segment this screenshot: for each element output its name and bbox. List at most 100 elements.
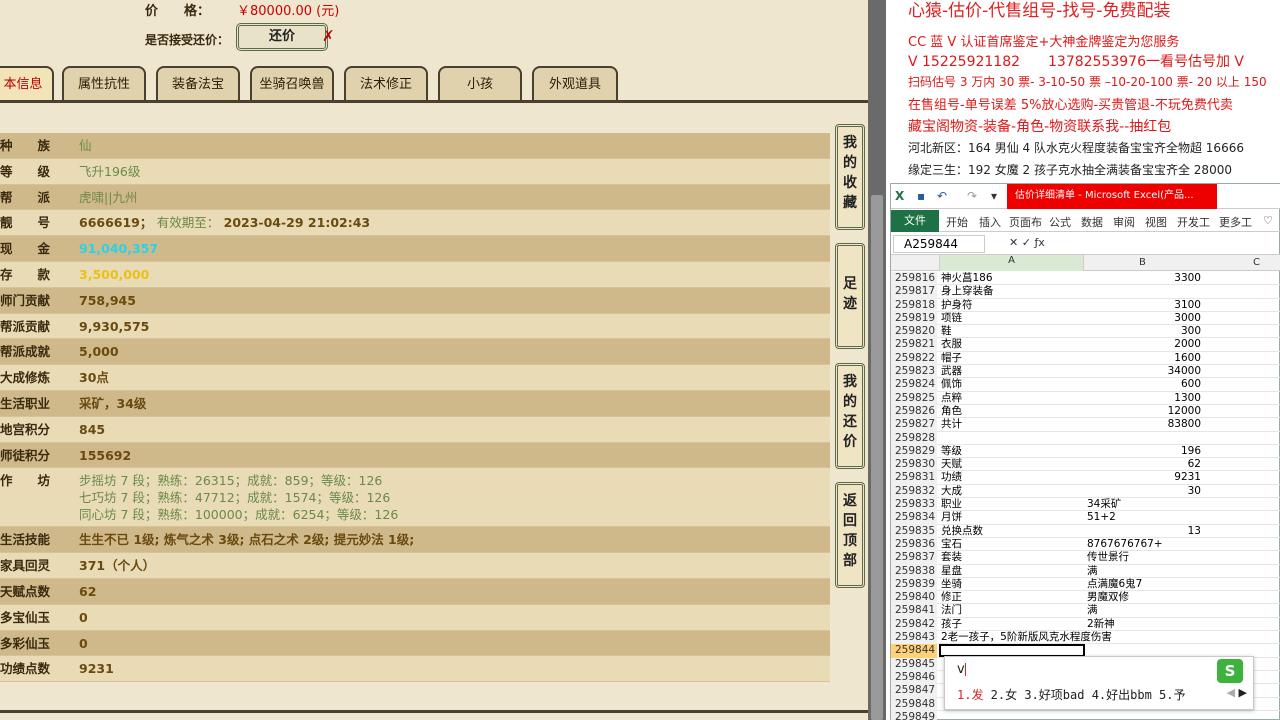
sheet-row[interactable]: 259825 点粹 1300 xyxy=(891,391,1280,405)
sheet-row[interactable]: 259816 神火菖186 3300 xyxy=(891,272,1280,286)
cell-b[interactable]: 男魔双修 xyxy=(1087,591,1129,604)
cell-a[interactable]: 兑换点数 xyxy=(941,525,983,538)
row-number[interactable]: 259836 xyxy=(891,537,937,552)
cell-b[interactable]: 1300 xyxy=(1087,392,1201,405)
sheet-row[interactable]: 259818 护身符 3100 xyxy=(891,298,1280,312)
cell-b[interactable]: 600 xyxy=(1087,378,1201,391)
quick-access-dropdown-icon[interactable]: ▾ xyxy=(991,189,997,203)
cell-a[interactable]: 身上穿装备 xyxy=(941,285,994,298)
tab-children[interactable]: 小孩 xyxy=(438,66,522,102)
sheet-row[interactable]: 259832 大成 30 xyxy=(891,484,1280,499)
cell-b[interactable]: 3000 xyxy=(1087,312,1201,325)
cell-a[interactable]: 2老一孩子，5阶新版风克水程度伤害 xyxy=(941,631,1112,644)
row-number[interactable]: 259848 xyxy=(891,697,937,711)
row-number[interactable]: 259828 xyxy=(891,431,937,445)
ime-next-icon[interactable]: ▶ xyxy=(1239,686,1247,699)
ribbon-tab-file[interactable]: 文件 xyxy=(891,210,939,232)
cell-a[interactable]: 佩饰 xyxy=(941,378,962,391)
row-number[interactable]: 259833 xyxy=(891,498,937,512)
spreadsheet-grid[interactable]: 259816 神火菖186 3300 259817 身上穿装备 259818 护身符 3100… xyxy=(891,272,1280,720)
row-number[interactable]: 259840 xyxy=(891,591,937,605)
cell-b[interactable]: 2新神 xyxy=(1087,618,1115,631)
ime-candidates[interactable]: 1.发 2.女 3.好项bad 4.好出bbm 5.予 xyxy=(957,686,1186,703)
tab-attributes[interactable]: 属性抗性 xyxy=(62,66,146,102)
cell-a[interactable]: 套装 xyxy=(941,551,962,564)
cell-b[interactable]: 83800 xyxy=(1087,418,1201,431)
page-scrollbar[interactable] xyxy=(868,0,886,720)
row-number[interactable]: 259826 xyxy=(891,404,937,419)
sheet-row[interactable]: 259823 武器 34000 xyxy=(891,365,1280,379)
row-number[interactable]: 259835 xyxy=(891,524,937,538)
row-number[interactable]: 259820 xyxy=(891,325,937,339)
row-number[interactable]: 259817 xyxy=(891,285,937,299)
sheet-row[interactable]: 259841 法门 满 xyxy=(891,604,1280,618)
cell-a[interactable]: 孩子 xyxy=(941,618,962,631)
my-bargains-button[interactable]: 我的还价 xyxy=(835,363,865,469)
cell-b[interactable]: 3100 xyxy=(1087,299,1201,312)
ribbon-tab-home[interactable]: 开始 xyxy=(946,214,968,230)
tab-equipment[interactable]: 装备法宝 xyxy=(156,66,240,102)
row-number[interactable]: 259844 xyxy=(891,644,937,658)
row-number[interactable]: 259825 xyxy=(891,391,937,405)
sheet-row[interactable]: 259838 星盘 满 xyxy=(891,564,1280,578)
sheet-row[interactable]: 259849 xyxy=(891,710,1280,720)
row-number[interactable]: 259831 xyxy=(891,471,937,485)
cell-a[interactable]: 天赋 xyxy=(941,458,962,471)
cell-a[interactable]: 职业 xyxy=(941,498,962,511)
sheet-row[interactable]: 259822 帽子 1600 xyxy=(891,351,1280,366)
sheet-row[interactable]: 259819 项链 3000 xyxy=(891,311,1280,326)
ribbon-tab-more-tools[interactable]: 更多工 xyxy=(1219,214,1252,230)
sheet-row[interactable]: 259837 套装 传世景行 xyxy=(891,551,1280,565)
cell-b[interactable]: 满 xyxy=(1087,565,1098,578)
back-to-top-button[interactable]: 返回顶部 xyxy=(835,482,865,588)
cell-a[interactable]: 修正 xyxy=(941,591,962,604)
row-number[interactable]: 259827 xyxy=(891,418,937,432)
cell-b[interactable]: 2000 xyxy=(1087,338,1201,351)
cell-a[interactable]: 月饼 xyxy=(941,511,962,524)
cell-b[interactable]: 3300 xyxy=(1087,272,1201,285)
ime-candidates-rest[interactable]: 2.女 3.好项bad 4.好出bbm 5.予 xyxy=(983,688,1186,702)
cell-a[interactable]: 等级 xyxy=(941,445,962,458)
ribbon-tab-insert[interactable]: 插入 xyxy=(979,214,1001,230)
cell-a[interactable]: 共计 xyxy=(941,418,962,431)
bargain-button[interactable]: 还价 xyxy=(236,23,328,51)
ribbon-tab-review[interactable]: 审阅 xyxy=(1113,214,1135,230)
save-icon[interactable]: ▪ xyxy=(917,189,925,203)
scrollbar-thumb[interactable] xyxy=(871,195,883,720)
ribbon-collapse-icon[interactable]: ♡ xyxy=(1263,214,1273,227)
ribbon-tab-developer[interactable]: 开发工 xyxy=(1177,214,1210,230)
tab-spells[interactable]: 法术修正 xyxy=(344,66,428,102)
row-number[interactable]: 259843 xyxy=(891,631,937,645)
cell-b[interactable]: 13 xyxy=(1087,525,1201,538)
ribbon-tab-data[interactable]: 数据 xyxy=(1081,214,1103,230)
row-number[interactable]: 259845 xyxy=(891,657,937,671)
sheet-row[interactable]: 259826 角色 12000 xyxy=(891,404,1280,419)
cell-a[interactable]: 点粹 xyxy=(941,392,962,405)
cell-a[interactable]: 衣服 xyxy=(941,338,962,351)
cell-b[interactable]: 34000 xyxy=(1087,365,1201,378)
cell-b[interactable]: 9231 xyxy=(1087,471,1201,484)
cell-a[interactable]: 星盘 xyxy=(941,565,962,578)
ribbon-tab-formulas[interactable]: 公式 xyxy=(1049,214,1071,230)
sheet-row[interactable]: 259840 修正 男魔双修 xyxy=(891,591,1280,605)
column-header-a[interactable]: A xyxy=(939,255,1084,271)
cell-b[interactable]: 30 xyxy=(1087,485,1201,498)
row-number[interactable]: 259830 xyxy=(891,458,937,472)
cell-a[interactable]: 角色 xyxy=(941,405,962,418)
footprint-button[interactable]: 足迹 xyxy=(835,243,865,349)
row-number[interactable]: 259846 xyxy=(891,670,937,685)
sheet-row[interactable]: 259839 坐骑 点满魔6鬼7 xyxy=(891,577,1280,592)
cell-b[interactable]: 1600 xyxy=(1087,352,1201,365)
ime-page-arrows[interactable]: ◀ ▶ xyxy=(1227,686,1247,699)
sheet-row[interactable]: 259835 兑换点数 13 xyxy=(891,524,1280,538)
cell-b[interactable]: 8767676767+ xyxy=(1087,538,1163,551)
row-number[interactable]: 259838 xyxy=(891,564,937,578)
row-number[interactable]: 259824 xyxy=(891,378,937,392)
row-number[interactable]: 259819 xyxy=(891,311,937,326)
sheet-row[interactable]: 259831 功绩 9231 xyxy=(891,471,1280,485)
row-number[interactable]: 259847 xyxy=(891,684,937,698)
row-number[interactable]: 259829 xyxy=(891,444,937,459)
sheet-row[interactable]: 259821 衣服 2000 xyxy=(891,338,1280,352)
enter-icon[interactable]: ✓ xyxy=(1022,236,1031,249)
tab-mounts-pets[interactable]: 坐骑召唤兽 xyxy=(250,66,334,102)
